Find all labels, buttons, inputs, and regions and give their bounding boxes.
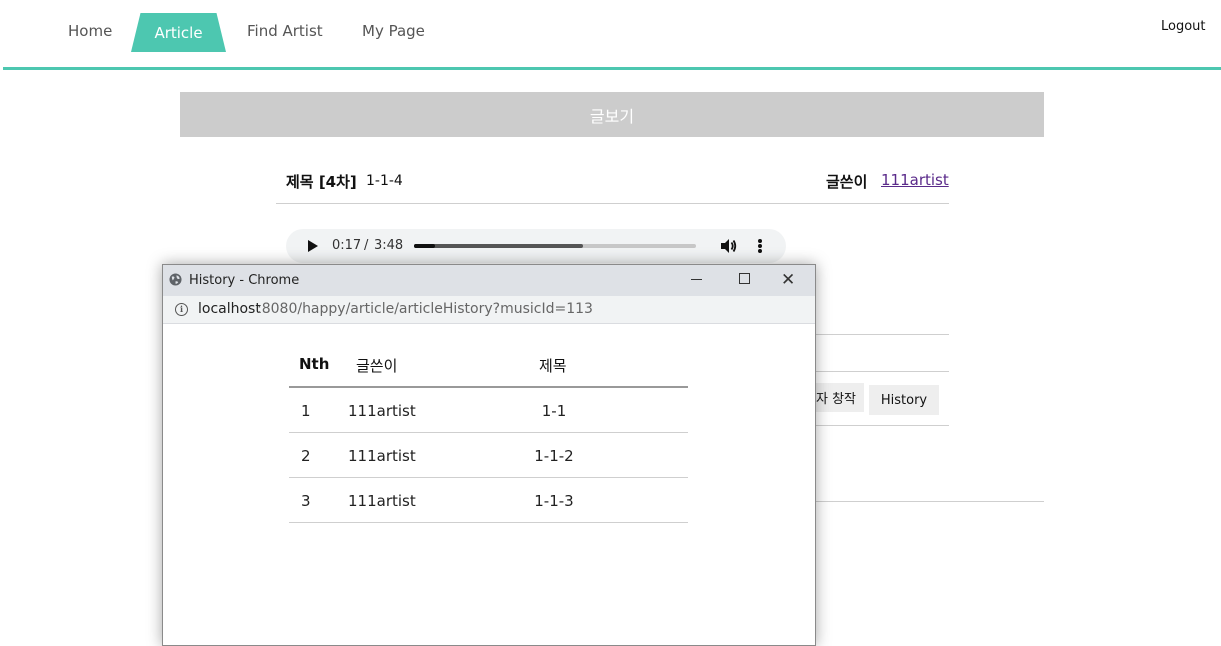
section-divider [814, 425, 949, 426]
volume-icon[interactable] [719, 237, 737, 255]
nav-article-tab-active[interactable]: Article [131, 13, 226, 52]
article-author-label: 글쓴이 [826, 173, 868, 191]
row-nth: 3 [301, 492, 311, 510]
row-title: 1-1-2 [534, 447, 574, 465]
page-header-band: 글보기 [180, 92, 1044, 137]
history-popup-window: History - Chrome ✕ i localhost :8080/hap… [162, 264, 816, 646]
audio-time-separator: / [364, 238, 369, 253]
article-title-value: 1-1-4 [366, 173, 403, 189]
row-divider [289, 522, 688, 523]
row-divider [289, 432, 688, 433]
more-options-icon[interactable] [756, 237, 764, 255]
play-icon[interactable] [308, 240, 318, 252]
nav-article-label: Article [154, 23, 203, 42]
audio-seek-bar[interactable] [414, 244, 696, 248]
create-button-label: 자 창작 [815, 392, 856, 407]
nav-accent-bar [3, 67, 1221, 70]
row-author: 111artist [348, 447, 416, 465]
row-author: 111artist [348, 402, 416, 420]
popup-address-bar[interactable]: i localhost :8080/happy/article/articleH… [163, 296, 815, 324]
row-title: 1-1-3 [534, 492, 574, 510]
close-icon[interactable]: ✕ [781, 270, 795, 290]
url-path: :8080/happy/article/articleHistory?music… [257, 301, 593, 317]
globe-icon [169, 273, 182, 286]
maximize-icon[interactable] [739, 273, 750, 284]
audio-progress-bar [414, 244, 436, 248]
history-button[interactable]: History [869, 385, 939, 415]
section-divider [814, 371, 949, 372]
nav-find-artist[interactable]: Find Artist [247, 22, 323, 40]
row-nth: 2 [301, 447, 311, 465]
popup-titlebar[interactable]: History - Chrome ✕ [163, 265, 815, 296]
audio-duration: 3:48 [374, 238, 404, 253]
page-bottom-divider [814, 501, 1044, 502]
section-divider [814, 334, 949, 335]
row-divider [289, 477, 688, 478]
article-author-link[interactable]: 111artist [881, 171, 949, 189]
row-title: 1-1 [541, 402, 567, 420]
audio-current-time: 0:17 [332, 238, 362, 253]
minimize-icon[interactable] [691, 279, 702, 280]
meta-divider [276, 203, 949, 204]
table-header-divider [289, 386, 688, 388]
page-title: 글보기 [589, 106, 635, 126]
top-navigation: Home Article Find Artist My Page Logout [0, 0, 1221, 71]
popup-window-title: History - Chrome [189, 273, 300, 288]
info-icon[interactable]: i [175, 303, 188, 316]
column-header-author: 글쓴이 [356, 357, 398, 375]
history-button-label: History [880, 392, 928, 408]
nav-home[interactable]: Home [68, 22, 112, 40]
column-header-title: 제목 [539, 357, 567, 375]
column-header-nth: Nth [299, 355, 330, 373]
row-nth: 1 [301, 402, 311, 420]
audio-buffered-bar [414, 244, 584, 248]
article-title-label: 제목 [4차] [286, 173, 357, 191]
url-host: localhost [198, 301, 261, 317]
nav-my-page[interactable]: My Page [362, 22, 425, 40]
row-author: 111artist [348, 492, 416, 510]
logout-link[interactable]: Logout [1161, 19, 1206, 34]
